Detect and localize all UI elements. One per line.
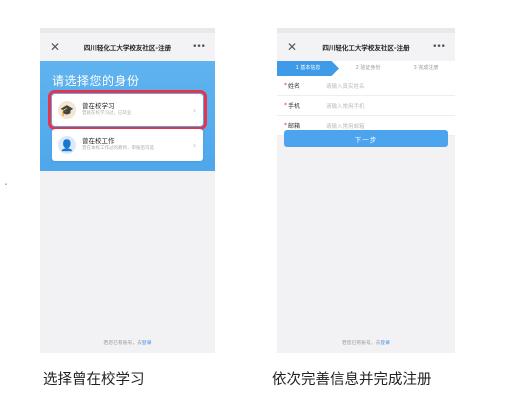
field-label: 姓名 <box>288 83 301 90</box>
card-studied-here[interactable]: 🎓 曾在校学习 曾就在校学习过，已毕业 › <box>48 90 207 130</box>
more-icon[interactable]: ••• <box>431 42 446 52</box>
login-hint-text: 若您已有账号，去 <box>103 341 142 346</box>
step-indicator: 1 基本信息 2 验证身份 3 完成注册 <box>277 61 455 76</box>
name-field[interactable]: * 姓名 请输入真实姓名 <box>277 76 455 96</box>
page-title: 四川轻化工大学校友社区-注册 <box>322 44 410 52</box>
field-label: 手机 <box>288 103 301 110</box>
card-subtitle: 曾在本校工作过的教师，审核后可选 <box>82 146 154 152</box>
right-phone-screen: ✕ 四川轻化工大学校友社区-注册 ••• 1 基本信息 2 验证身份 3 完成注… <box>277 28 455 353</box>
phone-input[interactable]: 请输入常用手机 <box>326 102 365 110</box>
login-hint: 若您已有账号，去登录 <box>40 339 215 346</box>
login-hint-text: 若您已有账号，去 <box>342 341 381 346</box>
chevron-right-icon: › <box>193 105 197 115</box>
caption-right: 依次完善信息并完成注册 <box>272 372 432 388</box>
next-button[interactable]: 下一步 <box>284 130 448 147</box>
card-subtitle: 曾就在校学习过，已毕业 <box>82 111 132 117</box>
step-basic-info: 1 基本信息 <box>277 61 339 76</box>
graduate-avatar-icon: 🎓 <box>58 101 76 119</box>
close-icon[interactable]: ✕ <box>50 40 64 54</box>
title-bar: ✕ 四川轻化工大学校友社区-注册 ••• <box>277 33 455 61</box>
teacher-avatar-icon: 👤 <box>58 136 76 154</box>
side-mark: ˇ <box>4 183 8 192</box>
field-label: 邮箱 <box>288 123 301 130</box>
chevron-right-icon: › <box>193 140 197 150</box>
name-input[interactable]: 请输入真实姓名 <box>326 82 365 90</box>
email-input[interactable]: 请输入常用邮箱 <box>326 122 365 130</box>
page-title: 四川轻化工大学校友社区-注册 <box>83 44 172 52</box>
card-worked-here[interactable]: 👤 曾在校工作 曾在本校工作过的教师，审核后可选 › <box>52 129 203 161</box>
close-icon[interactable]: ✕ <box>287 40 301 54</box>
step-complete: 3 完成注册 <box>413 65 439 71</box>
identity-heading: 请选择您的身份 <box>52 74 140 88</box>
caption-left: 选择曾在校学习 <box>43 372 145 388</box>
login-link[interactable]: 登录 <box>380 341 390 346</box>
more-icon[interactable]: ••• <box>191 42 206 52</box>
title-bar: ✕ 四川轻化工大学校友社区-注册 ••• <box>40 33 215 61</box>
step-verify-identity: 2 验证身份 <box>355 65 381 71</box>
phone-field[interactable]: * 手机 请输入常用手机 <box>277 96 455 116</box>
login-hint: 若您已有账号，去登录 <box>277 339 455 346</box>
registration-form: * 姓名 请输入真实姓名 * 手机 请输入常用手机 * 邮箱 请输入常用邮箱 <box>277 76 455 136</box>
login-link[interactable]: 登录 <box>142 341 152 346</box>
left-phone-screen: ✕ 四川轻化工大学校友社区-注册 ••• 请选择您的身份 🎓 曾在校学习 曾就在… <box>40 28 215 353</box>
